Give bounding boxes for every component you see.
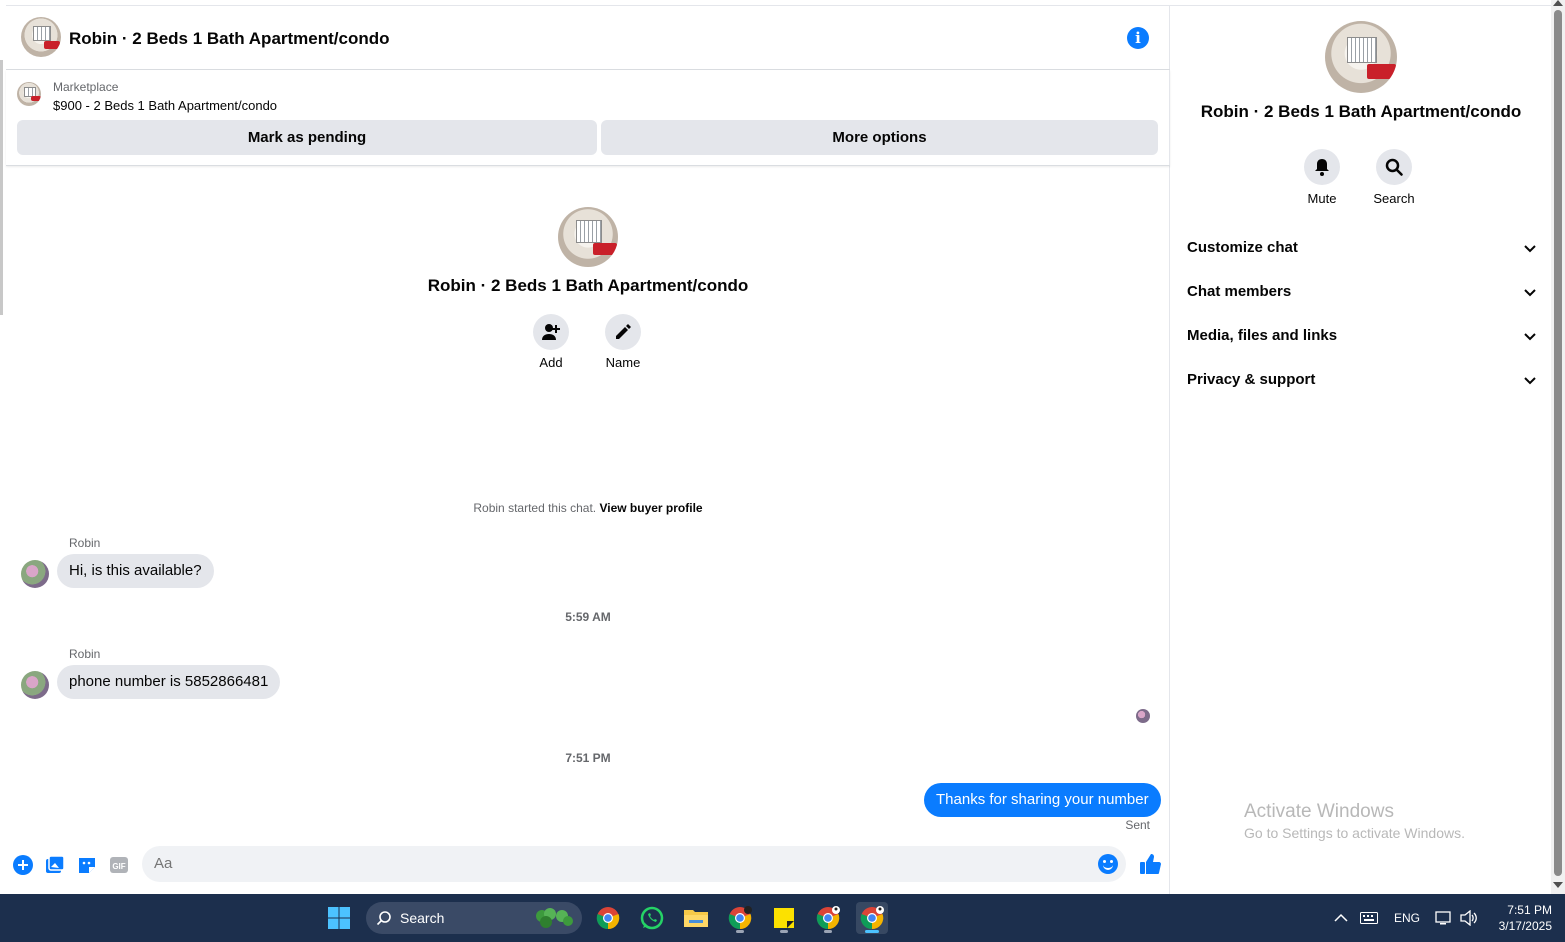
sender-avatar[interactable] — [21, 671, 49, 699]
running-indicator — [780, 930, 788, 933]
chat-started-text: Robin started this chat. — [473, 501, 597, 515]
add-person-icon — [542, 324, 560, 340]
watermark-title: Activate Windows — [1244, 801, 1394, 822]
view-buyer-profile-link[interactable]: View buyer profile — [599, 501, 702, 515]
search-icon — [1385, 158, 1403, 176]
chevron-down-icon — [1524, 289, 1536, 297]
profile-avatar[interactable] — [558, 207, 618, 267]
privacy-support-section[interactable]: Privacy & support — [1187, 371, 1537, 401]
chat-header: Robin · 2 Beds 1 Bath Apartment/condo i — [6, 6, 1170, 70]
sticker-icon[interactable] — [76, 854, 98, 876]
chrome-taskbar-icon[interactable] — [592, 902, 624, 934]
chat-members-section[interactable]: Chat members — [1187, 283, 1537, 313]
section-label: Privacy & support — [1187, 371, 1316, 388]
active-indicator — [865, 930, 879, 933]
media-files-links-section[interactable]: Media, files and links — [1187, 327, 1537, 357]
add-person-button[interactable] — [533, 314, 569, 350]
windows-taskbar: Search ENG 7:51 PM 3/17/2025 — [0, 894, 1565, 942]
scroll-up-arrow-icon[interactable] — [1553, 0, 1563, 6]
customize-chat-section[interactable]: Customize chat — [1187, 239, 1537, 269]
network-icon[interactable] — [1435, 894, 1453, 942]
scrollbar-thumb[interactable] — [1554, 10, 1562, 876]
file-explorer-taskbar-icon[interactable] — [680, 902, 712, 934]
incoming-message[interactable]: phone number is 5852866481 — [57, 665, 281, 699]
clover-icon — [536, 908, 573, 928]
watermark-subtitle: Go to Settings to activate Windows. — [1244, 825, 1465, 841]
windows-logo-icon — [328, 907, 350, 929]
whatsapp-taskbar-icon[interactable] — [636, 902, 668, 934]
message-timestamp: 5:59 AM — [565, 610, 611, 624]
message-sender: Robin — [69, 536, 101, 550]
chevron-down-icon — [1524, 377, 1536, 385]
listing-price-title[interactable]: $900 - 2 Beds 1 Bath Apartment/condo — [53, 98, 277, 113]
like-icon[interactable] — [1138, 852, 1162, 876]
taskbar-search-label: Search — [400, 910, 445, 926]
chat-details-panel: Robin · 2 Beds 1 Bath Apartment/condo Mu… — [1171, 6, 1551, 894]
gif-icon[interactable]: GIF — [108, 854, 130, 876]
language-indicator[interactable]: ENG — [1394, 894, 1420, 942]
volume-icon[interactable] — [1460, 894, 1478, 942]
mark-as-pending-button[interactable]: Mark as pending — [17, 120, 597, 155]
message-sender: Robin — [69, 647, 101, 661]
chrome-active-taskbar-icon[interactable] — [856, 902, 888, 934]
chrome-profile-taskbar-icon[interactable] — [724, 902, 756, 934]
listing-avatar[interactable] — [21, 17, 61, 57]
keyboard-icon[interactable] — [1360, 894, 1378, 942]
mute-button[interactable] — [1304, 149, 1340, 185]
search-icon — [376, 911, 391, 926]
chrome-profile-2-taskbar-icon[interactable] — [812, 902, 844, 934]
chevron-down-icon — [1524, 245, 1536, 253]
name-label: Name — [605, 355, 641, 370]
left-edge-scroll — [0, 60, 3, 315]
clock-date: 3/17/2025 — [1498, 919, 1552, 933]
search-label: Search — [1373, 191, 1415, 206]
outgoing-message[interactable]: Thanks for sharing your number — [924, 783, 1161, 817]
taskbar-search-box[interactable]: Search — [366, 902, 582, 934]
search-conversation-button[interactable] — [1376, 149, 1412, 185]
scroll-down-arrow-icon[interactable] — [1553, 882, 1563, 888]
message-timestamp: 7:51 PM — [565, 751, 611, 765]
marketplace-listing-card: Marketplace $900 - 2 Beds 1 Bath Apartme… — [6, 70, 1170, 166]
running-indicator — [824, 930, 832, 933]
section-label: Chat members — [1187, 283, 1292, 300]
tray-overflow-chevron-icon[interactable] — [1334, 894, 1348, 942]
name-button[interactable] — [605, 314, 641, 350]
sticky-notes-taskbar-icon[interactable] — [768, 902, 800, 934]
add-label: Add — [539, 355, 563, 370]
marketplace-label: Marketplace — [53, 80, 119, 94]
chat-started-notice: Robin started this chat. View buyer prof… — [6, 501, 1170, 515]
plus-icon[interactable] — [12, 854, 34, 876]
seen-receipt-avatar — [1136, 709, 1150, 723]
gif-label: GIF — [112, 862, 125, 871]
chat-pane: Robin · 2 Beds 1 Bath Apartment/condo i … — [6, 6, 1170, 894]
chevron-down-icon — [1524, 333, 1536, 341]
image-icon[interactable] — [44, 854, 66, 876]
start-button[interactable] — [323, 902, 355, 934]
listing-thumbnail[interactable] — [17, 82, 41, 106]
sent-status: Sent — [1125, 818, 1150, 832]
more-options-button[interactable]: More options — [601, 120, 1158, 155]
chat-title[interactable]: Robin · 2 Beds 1 Bath Apartment/condo — [69, 29, 390, 49]
mute-label: Mute — [1307, 191, 1337, 206]
messenger-window: Robin · 2 Beds 1 Bath Apartment/condo i … — [0, 0, 1565, 894]
clock-time: 7:51 PM — [1507, 903, 1552, 917]
message-input[interactable] — [142, 846, 1126, 882]
pencil-icon — [616, 324, 631, 339]
bell-icon — [1315, 159, 1329, 176]
panel-title: Robin · 2 Beds 1 Bath Apartment/condo — [1200, 102, 1522, 121]
running-indicator — [736, 930, 744, 933]
panel-avatar[interactable] — [1325, 21, 1397, 93]
page-scrollbar[interactable] — [1551, 0, 1565, 894]
incoming-message[interactable]: Hi, is this available? — [57, 554, 214, 588]
emoji-icon[interactable] — [1098, 854, 1118, 874]
sender-avatar[interactable] — [21, 560, 49, 588]
info-icon[interactable]: i — [1127, 27, 1149, 49]
activate-windows-watermark: Activate Windows Go to Settings to activ… — [1244, 801, 1465, 841]
profile-title: Robin · 2 Beds 1 Bath Apartment/condo — [427, 276, 749, 295]
section-label: Media, files and links — [1187, 327, 1338, 344]
system-clock[interactable]: 7:51 PM 3/17/2025 — [1482, 902, 1552, 934]
section-label: Customize chat — [1187, 239, 1298, 256]
